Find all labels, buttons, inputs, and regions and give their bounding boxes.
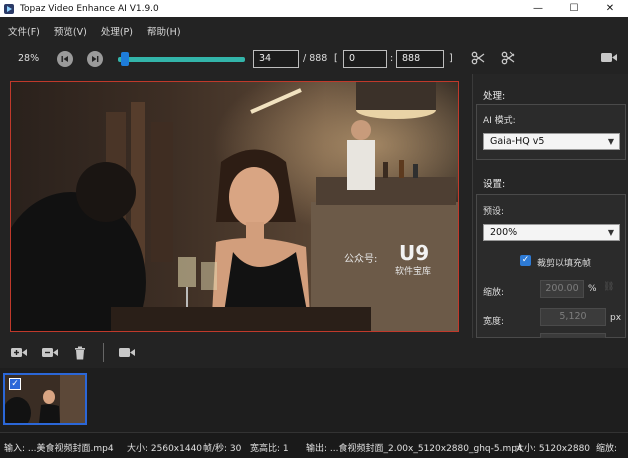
width-unit: px [610,313,622,323]
scale-input[interactable]: 200.00 [540,280,584,298]
skip-back-icon[interactable] [57,51,73,67]
thumbnail-checkbox[interactable]: ✓ [9,378,21,390]
watermark-subtitle: 软件宝库 [395,267,432,277]
range-close-bracket: ] [449,53,453,64]
video-frame-image [11,82,458,331]
filmstrip: ✓ [0,368,628,432]
chevron-down-icon: ▼ [607,137,614,146]
minimize-button[interactable]: — [520,0,556,17]
title-bar: Topaz Video Enhance AI V1.9.0 — ☐ ✕ [0,0,628,17]
action-bar [0,338,628,368]
zoom-level[interactable]: 28% [18,53,39,64]
menu-process[interactable]: 处理(P) [101,24,133,38]
video-camera-icon[interactable] [600,51,618,68]
frame-slider-thumb[interactable] [120,52,129,66]
maximize-button[interactable]: ☐ [556,0,592,17]
status-output: 输出: ...食视频封面_2.00x_5120x2880_ghq-5.mp4 [306,444,523,454]
cut-icon[interactable] [471,51,485,69]
video-thumbnail[interactable]: ✓ [3,373,87,425]
watermark-text: 公众号: [344,254,378,265]
ai-mode-label: AI 模式: [483,116,516,126]
window-title: Topaz Video Enhance AI V1.9.0 [20,3,159,14]
preset-value: 200% [490,227,518,238]
ai-mode-value: Gaia-HQ v5 [490,136,545,147]
status-aspect: 宽高比: 1 [250,444,289,454]
settings-section-label: 设置: [483,179,506,190]
settings-group: 预设: 200% ▼ ✓ 裁剪以填充帧 缩放: 200.00 % ⛓ 宽度: 5… [476,194,626,341]
status-input: 输入: ...美食视频封面.mp4 [4,444,114,454]
menu-preview[interactable]: 预览(V) [54,24,87,38]
current-frame-input[interactable]: 34 [253,50,299,68]
preview-area: 公众号: U9 软件宝库 [0,74,472,338]
app-logo-icon [4,3,14,14]
status-output-size: 大小: 5120x2880 [515,444,591,454]
width-input[interactable]: 5,120 [540,308,606,326]
frame-slider-track[interactable] [118,57,245,62]
settings-panel: 处理: AI 模式: Gaia-HQ v5 ▼ 设置: 预设: 200% ▼ ✓… [472,74,628,341]
video-preview[interactable]: 公众号: U9 软件宝库 [10,81,459,332]
range-open-bracket: [ [334,53,338,64]
link-icon[interactable]: ⛓ [603,282,614,292]
total-frames: / 888 [303,53,328,64]
watermark-brand: U9 [399,241,430,265]
remove-video-icon[interactable] [41,346,59,363]
skip-forward-icon[interactable] [87,51,103,67]
menu-help[interactable]: 帮助(H) [147,24,181,38]
add-video-icon[interactable] [10,346,28,363]
scale-unit: % [588,284,597,294]
preset-select[interactable]: 200% ▼ [483,224,620,241]
menu-bar: 文件(F) 预览(V) 处理(P) 帮助(H) [0,17,628,44]
toolbar-divider [103,343,104,362]
preset-label: 预设: [483,207,505,217]
process-video-icon[interactable] [118,346,136,363]
ai-mode-select[interactable]: Gaia-HQ v5 ▼ [483,133,620,150]
window-controls: — ☐ ✕ [520,0,628,17]
trash-icon[interactable] [74,346,86,364]
process-group: AI 模式: Gaia-HQ v5 ▼ [476,104,626,160]
range-start-input[interactable]: 0 [343,50,387,68]
range-end-input[interactable]: 888 [396,50,444,68]
toolbar: 28% 34 / 888 [ 0 : 888 ] [0,44,628,74]
status-bar: 输入: ...美食视频封面.mp4 大小: 2560x1440 帧/秒: 30 … [0,432,628,458]
crop-checkbox[interactable]: ✓ [520,255,531,266]
width-label: 宽度: [483,317,505,327]
crop-label: 裁剪以填充帧 [537,259,592,269]
scale-label: 缩放: [483,288,505,298]
status-scale: 缩放: [596,444,618,454]
app-window: Topaz Video Enhance AI V1.9.0 — ☐ ✕ 文件(F… [0,0,628,458]
process-section-label: 处理: [483,91,506,102]
chevron-down-icon: ▼ [607,228,614,237]
close-button[interactable]: ✕ [592,0,628,17]
status-fps: 帧/秒: 30 [203,444,242,454]
cut-remove-icon[interactable] [501,51,515,69]
menu-file[interactable]: 文件(F) [8,24,40,38]
range-colon: : [390,53,394,64]
status-input-size: 大小: 2560x1440 [127,444,203,454]
